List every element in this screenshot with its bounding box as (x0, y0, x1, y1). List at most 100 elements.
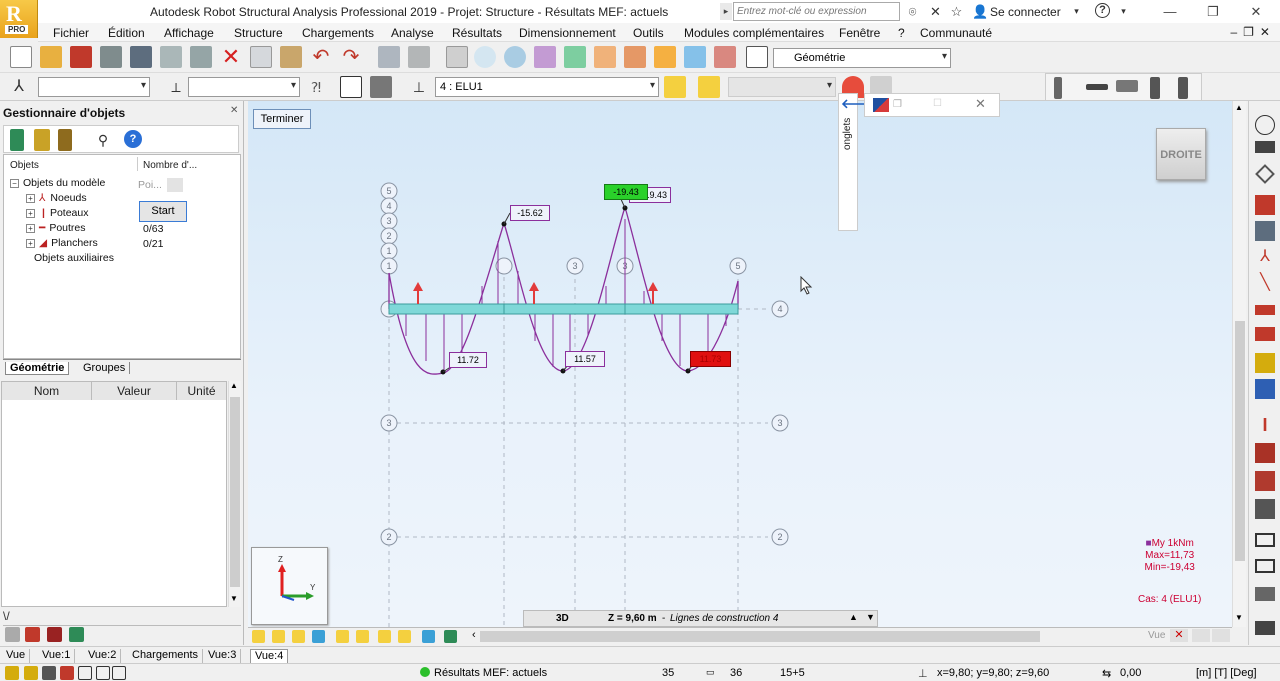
wall-view-icon[interactable] (1178, 77, 1188, 99)
props-header-unit[interactable]: Unité (177, 382, 227, 400)
info-icon[interactable] (1255, 115, 1275, 135)
expand-icon[interactable]: + (26, 193, 35, 203)
next-case-icon[interactable] (698, 76, 720, 98)
measure-icon[interactable] (1255, 141, 1275, 153)
load-case-select[interactable]: 4 : ELU1 ▾ (435, 77, 659, 97)
scrollbar-thumb[interactable] (1235, 321, 1245, 561)
menu-results[interactable]: Résultats (452, 26, 502, 40)
menu-help[interactable]: ? (898, 26, 905, 40)
user-icon[interactable]: 👤 (972, 3, 989, 20)
chevron-up-icon[interactable]: ▲ (1235, 103, 1243, 112)
props-header-name[interactable]: Nom (2, 382, 92, 400)
undo-icon[interactable]: ↶ (310, 46, 332, 68)
scroll-left-icon[interactable]: ‹ (472, 629, 476, 641)
layout-icon[interactable] (746, 46, 768, 68)
menu-structure[interactable]: Structure (234, 26, 283, 40)
favorites-star-icon[interactable]: ☆ (948, 3, 965, 20)
load-icon[interactable] (594, 46, 616, 68)
chevron-up-icon[interactable]: ▲ (849, 612, 858, 622)
settings-gear-icon[interactable] (684, 46, 706, 68)
help-icon[interactable]: ? (1095, 3, 1110, 18)
offset-icon[interactable] (1255, 443, 1275, 463)
case-selection-icon[interactable]: ⊥ (408, 76, 430, 98)
labels-icon[interactable] (292, 630, 305, 643)
layout-select[interactable]: Géométrie ▾ (773, 48, 951, 68)
tab-vue[interactable]: Vue (2, 649, 31, 664)
tree-header-objects[interactable]: Objets (10, 160, 39, 171)
bar-selection-icon[interactable]: ⟂ (165, 76, 187, 98)
tabs-side-panel[interactable]: 🡐 (838, 93, 876, 231)
structure-icon[interactable] (5, 666, 19, 680)
mode-select[interactable]: ▾ (728, 77, 836, 97)
calculator-icon[interactable] (378, 46, 400, 68)
restore-icon[interactable]: ❐ (893, 99, 902, 110)
cable-icon[interactable] (1255, 499, 1275, 519)
tree-item-aux-objects[interactable]: Objets auxiliaires (34, 252, 114, 264)
stack-icon[interactable] (1255, 533, 1275, 547)
finish-button[interactable]: Terminer (253, 109, 311, 129)
section-profile-icon[interactable] (1255, 353, 1275, 373)
tab-vue-4[interactable]: Vue:4 (250, 649, 289, 664)
new-file-icon[interactable] (10, 46, 32, 68)
sign-in-dropdown-icon[interactable]: ▾ (1068, 3, 1085, 20)
object-select-icon[interactable] (10, 129, 24, 151)
selection-mode-icon[interactable] (24, 666, 38, 680)
app-logo[interactable]: R PRO (0, 0, 38, 38)
previous-case-icon[interactable] (664, 76, 686, 98)
material-icon[interactable] (1255, 379, 1275, 399)
tree-item-nodes[interactable]: + ⅄ Noeuds (26, 192, 87, 204)
zoom-window-icon[interactable] (504, 46, 526, 68)
grid-snap-icon[interactable] (42, 666, 56, 680)
view-icon[interactable] (78, 666, 92, 680)
filter-icon[interactable] (34, 129, 50, 151)
minimize-button[interactable]: — (1155, 2, 1185, 21)
selection-help-icon[interactable]: ⁈ (305, 76, 327, 98)
trash-icon[interactable] (47, 627, 62, 642)
structure-axis-icon[interactable] (564, 46, 586, 68)
mdi-window-buttons[interactable]: –❐✕ (1231, 25, 1277, 39)
tables-icon[interactable] (408, 46, 430, 68)
binoculars-icon[interactable]: ⌾ (904, 3, 921, 20)
design-icon[interactable] (654, 46, 676, 68)
tab-geometry[interactable]: Géométrie (5, 362, 70, 375)
menu-analysis[interactable]: Analyse (391, 26, 434, 40)
cascade-view-icon[interactable] (1212, 629, 1230, 642)
section-icon[interactable] (1255, 221, 1275, 241)
maximize-button[interactable]: ❐ (1198, 2, 1228, 21)
results-status[interactable]: Résultats MEF: actuels (420, 667, 547, 679)
chevron-down-icon[interactable]: ▼ (866, 612, 875, 622)
book-icon[interactable] (130, 46, 152, 68)
menu-window[interactable]: Fenêtre (839, 26, 880, 40)
tree-item-model-objects[interactable]: − Objets du modèle (10, 177, 105, 189)
chevron-down-icon[interactable]: ▼ (1235, 613, 1243, 622)
panel-tool-icon[interactable] (1255, 305, 1275, 315)
loads-display-icon[interactable] (336, 630, 349, 643)
copy-icon[interactable] (250, 46, 272, 68)
number-display-icon[interactable] (422, 630, 435, 643)
view-mode-label[interactable]: 3D (556, 613, 569, 624)
hourglass-icon[interactable] (58, 129, 72, 151)
window-icon[interactable] (340, 76, 362, 98)
numbers-icon[interactable] (272, 630, 285, 643)
bar-select-input[interactable]: ▾ (188, 77, 300, 97)
paste-icon[interactable] (280, 46, 302, 68)
scrollbar-thumb[interactable] (230, 397, 240, 587)
view-cube[interactable]: DROITE (1156, 128, 1206, 180)
column-view-icon[interactable] (1054, 77, 1062, 99)
load-tool-icon[interactable] (1255, 327, 1275, 341)
snap-icon[interactable] (60, 666, 74, 680)
tools-wrench-icon[interactable] (714, 46, 736, 68)
close-icon[interactable]: ✕ (975, 96, 986, 112)
i-beam-icon[interactable]: I (1255, 415, 1275, 435)
close-view-icon[interactable]: ✕ (1170, 629, 1188, 642)
help-icon[interactable]: ? (124, 130, 142, 148)
units-display[interactable]: [m] [T] [Deg] (1196, 667, 1257, 679)
horizontal-scrollbar-thumb[interactable] (480, 631, 1040, 642)
supports-display-icon[interactable] (356, 630, 369, 643)
node-select-input[interactable]: ▾ (38, 77, 150, 97)
tree-header-count[interactable]: Nombre d'... (143, 160, 197, 171)
tree-item-beams[interactable]: + ━ Poutres (26, 222, 86, 234)
screen-capture-icon[interactable] (190, 46, 212, 68)
results-map-icon[interactable] (624, 46, 646, 68)
props-header-value[interactable]: Valeur (92, 382, 177, 400)
